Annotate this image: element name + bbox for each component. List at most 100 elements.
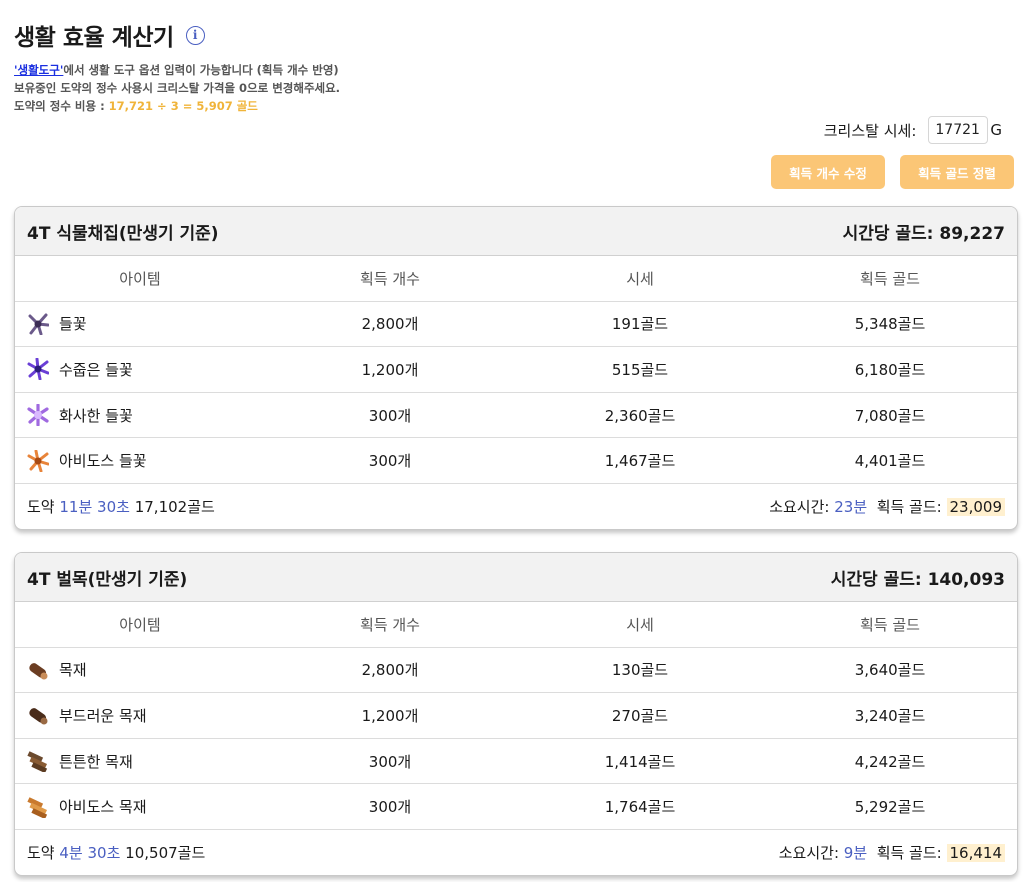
item-count: 1,200개	[361, 706, 419, 725]
panel-plant-gathering: 4T 식물채집(만생기 기준) 시간당 골드: 89,227 아이템 획득 개수…	[14, 206, 1018, 530]
item-cell: 들꽃	[15, 313, 265, 335]
item-name: 튼튼한 목재	[59, 752, 133, 771]
leap-label: 도약	[27, 497, 55, 516]
item-count: 2,800개	[361, 315, 419, 334]
item-cell: 아비도스 들꽃	[15, 449, 265, 472]
item-name: 아비도스 들꽃	[59, 452, 147, 471]
panel-header: 4T 식물채집(만생기 기준) 시간당 골드: 89,227	[15, 207, 1017, 256]
item-cell: 부드러운 목재	[15, 704, 265, 726]
flower-bright-icon	[27, 404, 49, 427]
note-line-1-text: 에서 생활 도구 옵션 입력이 가능합니다 (획득 개수 반영)	[63, 63, 339, 77]
item-count: 1,200개	[361, 360, 419, 379]
panel-title: 4T 식물채집(만생기 기준)	[27, 223, 219, 244]
item-count: 2,800개	[361, 661, 419, 680]
log-icon	[27, 661, 48, 680]
table-row: 목재 2,800개 130골드 3,640골드	[15, 648, 1017, 694]
crystal-price-row: 크리스탈 시세: G	[824, 116, 1002, 144]
flower-purple-icon	[28, 313, 49, 335]
item-price: 1,414골드	[604, 752, 676, 771]
notes: '생활도구'에서 생활 도구 옵션 입력이 가능합니다 (획득 개수 반영) 보…	[14, 61, 340, 115]
item-price: 515골드	[611, 360, 669, 379]
item-name: 들꽃	[59, 315, 87, 334]
panel-title: 4T 벌목(만생기 기준)	[27, 569, 188, 590]
leap-cost-label: 도약의 정수 비용 :	[14, 99, 105, 113]
log-dark-icon	[27, 707, 48, 725]
crystal-price-input[interactable]	[928, 116, 989, 144]
item-gold: 3,240골드	[854, 706, 926, 725]
leap-time: 11분 30초	[59, 497, 130, 516]
plank-orange-icon	[27, 796, 48, 818]
leap-gold: 10,507골드	[125, 843, 206, 862]
table-row: 부드러운 목재 1,200개 270골드 3,240골드	[15, 693, 1017, 739]
col-item: 아이템	[119, 269, 161, 288]
table-row: 아비도스 들꽃 300개 1,467골드 4,401골드	[15, 438, 1017, 484]
time-gold-summary: 소요시간: 23분 획득 골드: 23,009	[769, 496, 1005, 517]
time-value: 9분	[843, 843, 868, 862]
col-gold: 획득 골드	[860, 615, 920, 634]
note-line-1: '생활도구'에서 생활 도구 옵션 입력이 가능합니다 (획득 개수 반영)	[14, 61, 340, 79]
per-hour-gold: 시간당 골드: 140,093	[830, 569, 1005, 590]
panel-logging: 4T 벌목(만생기 기준) 시간당 골드: 140,093 아이템 획득 개수 …	[14, 552, 1018, 876]
title-row: 생활 효율 계산기 i	[14, 18, 205, 52]
col-item: 아이템	[119, 615, 161, 634]
gold-value: 23,009	[946, 497, 1005, 516]
item-gold: 5,348골드	[854, 315, 926, 334]
table-row: 아비도스 목재 300개 1,764골드 5,292골드	[15, 784, 1017, 830]
table-row: 들꽃 2,800개 191골드 5,348골드	[15, 302, 1017, 348]
item-count: 300개	[368, 406, 412, 425]
item-cell: 수줍은 들꽃	[15, 358, 265, 381]
item-cell: 아비도스 목재	[15, 796, 265, 818]
info-icon[interactable]: i	[185, 25, 205, 45]
item-gold: 5,292골드	[854, 798, 926, 817]
item-name: 부드러운 목재	[59, 706, 147, 725]
item-price: 2,360골드	[604, 406, 676, 425]
gold-value: 16,414	[946, 843, 1005, 862]
sort-gold-button[interactable]: 획득 골드 정렬	[900, 155, 1014, 189]
leap-summary: 도약 11분 30초 17,102골드	[27, 496, 215, 517]
table-row: 화사한 들꽃 300개 2,360골드 7,080골드	[15, 393, 1017, 439]
table-header: 아이템 획득 개수 시세 획득 골드	[15, 602, 1017, 648]
col-price: 시세	[626, 269, 654, 288]
leap-time: 4분 30초	[59, 843, 121, 862]
col-price: 시세	[626, 615, 654, 634]
action-buttons: 획득 개수 수정 획득 골드 정렬	[771, 155, 1014, 189]
crystal-price-unit: G	[990, 121, 1002, 139]
gold-label: 획득 골드:	[876, 497, 942, 516]
item-price: 130골드	[611, 661, 669, 680]
item-name: 수줍은 들꽃	[59, 360, 133, 379]
time-label: 소요시간:	[769, 497, 830, 516]
per-hour-gold: 시간당 골드: 89,227	[842, 223, 1005, 244]
leap-summary: 도약 4분 30초 10,507골드	[27, 842, 205, 863]
col-count: 획득 개수	[360, 615, 420, 634]
leap-label: 도약	[27, 843, 55, 862]
time-value: 23분	[834, 497, 868, 516]
flower-orange-icon	[27, 449, 49, 472]
item-cell: 화사한 들꽃	[15, 404, 265, 427]
col-gold: 획득 골드	[860, 269, 920, 288]
item-price: 1,467골드	[604, 452, 676, 471]
page-title: 생활 효율 계산기	[14, 25, 174, 51]
crystal-price-label: 크리스탈 시세:	[823, 121, 917, 140]
flower-violet-icon	[27, 358, 49, 381]
item-name: 목재	[59, 661, 87, 680]
note-line-3: 도약의 정수 비용 :17,721 ÷ 3 = 5,907 골드	[14, 97, 340, 115]
panel-header: 4T 벌목(만생기 기준) 시간당 골드: 140,093	[15, 553, 1017, 602]
panel-footer: 도약 11분 30초 17,102골드 소요시간: 23분 획득 골드: 23,…	[15, 484, 1017, 529]
table-header: 아이템 획득 개수 시세 획득 골드	[15, 256, 1017, 302]
item-name: 아비도스 목재	[59, 798, 147, 817]
leap-cost-value: 17,721 ÷ 3 = 5,907 골드	[108, 99, 258, 113]
item-count: 300개	[368, 752, 412, 771]
item-cell: 튼튼한 목재	[15, 750, 265, 773]
plank-icon	[27, 751, 48, 773]
item-name: 화사한 들꽃	[59, 406, 133, 425]
item-count: 300개	[368, 452, 412, 471]
table-row: 수줍은 들꽃 1,200개 515골드 6,180골드	[15, 347, 1017, 393]
edit-count-button[interactable]: 획득 개수 수정	[771, 155, 885, 189]
col-count: 획득 개수	[360, 269, 420, 288]
time-gold-summary: 소요시간: 9분 획득 골드: 16,414	[779, 842, 1005, 863]
note-line-2: 보유중인 도약의 정수 사용시 크리스탈 가격을 0으로 변경해주세요.	[14, 81, 341, 95]
item-cell: 목재	[15, 659, 265, 681]
table-row: 튼튼한 목재 300개 1,414골드 4,242골드	[15, 739, 1017, 785]
life-tool-link[interactable]: '생활도구'	[14, 63, 63, 77]
item-price: 191골드	[611, 315, 669, 334]
